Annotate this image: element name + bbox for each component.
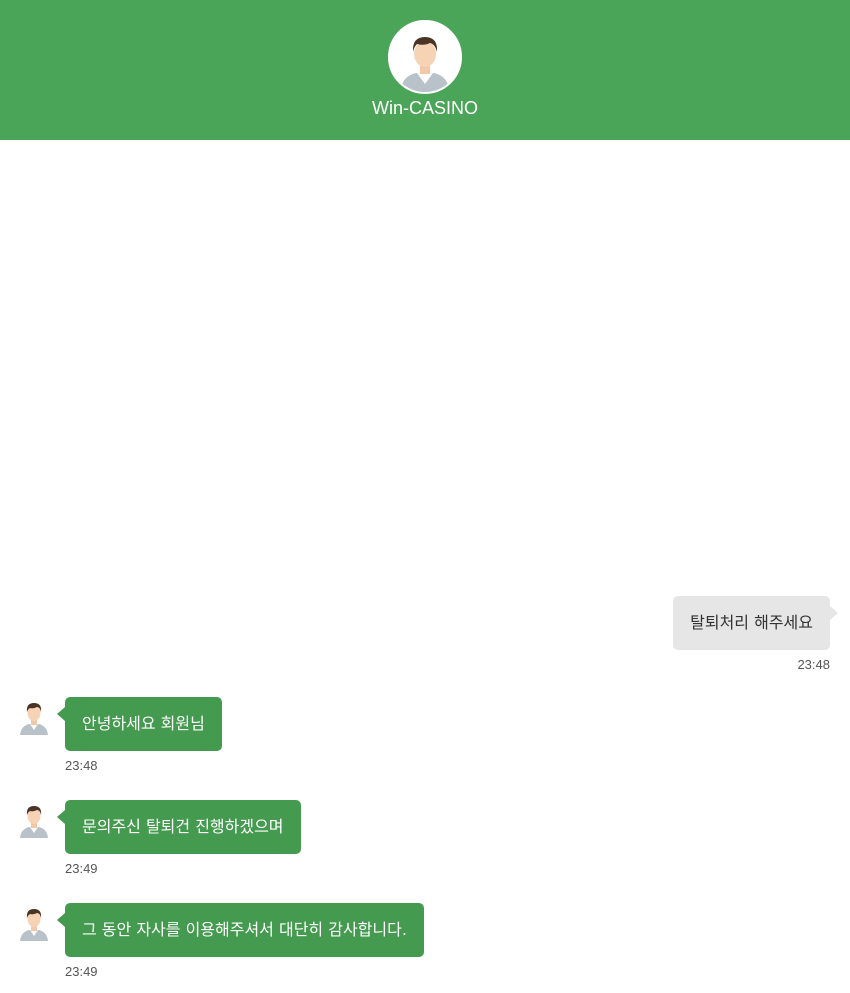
chat-header: Win-CASINO <box>0 0 850 140</box>
agent-avatar-icon <box>20 909 48 941</box>
agent-message-bubble: 문의주신 탈퇴건 진행하겠으며 <box>57 800 301 854</box>
user-message-bubble: 탈퇴처리 해주세요 <box>673 596 838 650</box>
message-timestamp: 23:48 <box>65 758 98 773</box>
message-timestamp: 23:48 <box>797 657 830 672</box>
profile-avatar[interactable] <box>388 20 462 94</box>
message-timestamp: 23:49 <box>65 861 98 876</box>
chat-area[interactable]: 탈퇴처리 해주세요 23:48 안녕하세요 회원님 23:48 문의주신 탈퇴건… <box>0 140 850 979</box>
user-avatar-icon <box>390 22 460 92</box>
agent-message-bubble: 안녕하세요 회원님 <box>57 697 222 751</box>
message-timestamp: 23:49 <box>65 964 98 979</box>
agent-avatar-icon <box>20 806 48 838</box>
agent-message-bubble: 그 동안 자사를 이용해주셔서 대단히 감사합니다. <box>57 903 424 957</box>
chat-title: Win-CASINO <box>371 98 478 118</box>
agent-message: 그 동안 자사를 이용해주셔서 대단히 감사합니다. 23:49 <box>0 903 850 993</box>
agent-avatar-icon <box>20 703 48 735</box>
agent-message: 문의주신 탈퇴건 진행하겠으며 23:49 <box>0 800 850 890</box>
agent-message: 안녕하세요 회원님 23:48 <box>0 697 850 787</box>
